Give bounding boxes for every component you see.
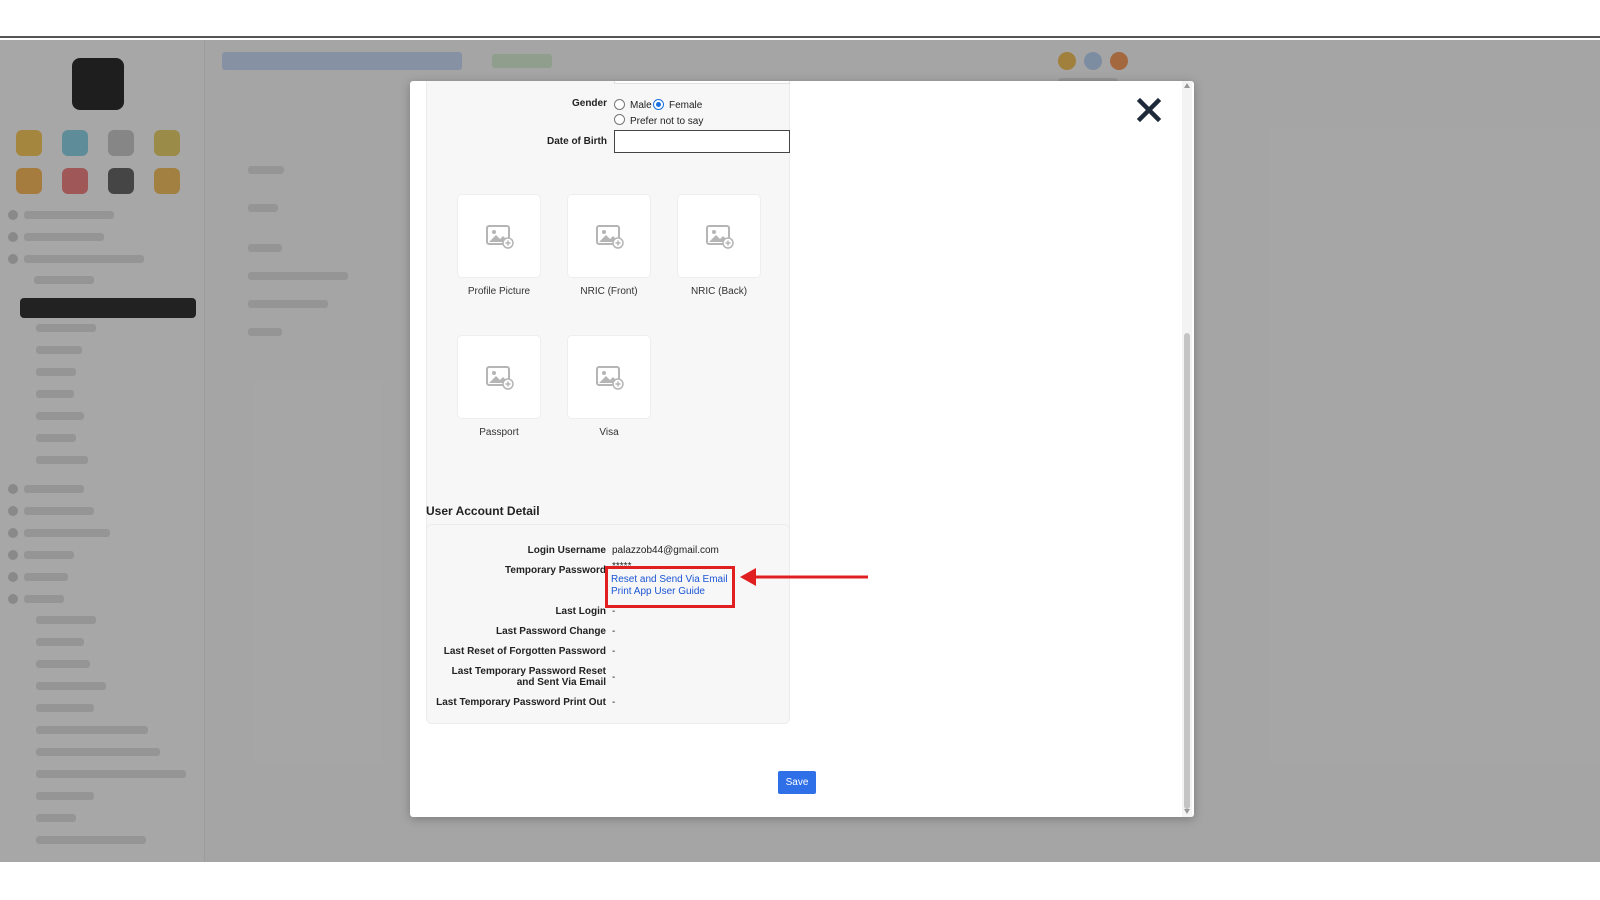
- visa-label: Visa: [599, 427, 619, 438]
- gender-option-male-label: Male: [630, 100, 652, 111]
- last-temp-reset-label-line2: and Sent Via Email: [516, 677, 606, 688]
- dob-label: Date of Birth: [547, 136, 607, 147]
- profile-picture-upload[interactable]: [457, 194, 541, 278]
- passport-upload[interactable]: [457, 335, 541, 419]
- close-icon[interactable]: [1136, 97, 1162, 123]
- personal-details-panel: Gender Male Female Prefer not to say Dat…: [426, 81, 790, 567]
- modal-scrollbar[interactable]: [1182, 81, 1192, 817]
- user-account-panel: Login Username palazzob44@gmail.com Temp…: [426, 524, 790, 724]
- passport-label: Passport: [479, 427, 519, 438]
- gender-label: Gender: [571, 98, 607, 109]
- gender-radio-male[interactable]: [614, 99, 625, 110]
- previous-field-input[interactable]: [614, 81, 790, 84]
- bottom-band: [0, 862, 1600, 900]
- login-username-label: Login Username: [527, 545, 606, 556]
- scroll-down-arrow-icon[interactable]: [1184, 809, 1190, 814]
- last-temp-reset-label-line1: Last Temporary Password Reset: [451, 666, 606, 677]
- last-reset-forgotten-label: Last Reset of Forgotten Password: [443, 646, 606, 657]
- gender-option-female-label: Female: [669, 100, 703, 111]
- user-profile-modal: Gender Male Female Prefer not to say Dat…: [410, 81, 1194, 817]
- image-placeholder-icon: [596, 366, 624, 390]
- dob-input[interactable]: [614, 130, 790, 153]
- nric-back-label: NRIC (Back): [690, 286, 748, 297]
- scroll-thumb[interactable]: [1184, 333, 1190, 809]
- last-temp-print-label: Last Temporary Password Print Out: [436, 697, 606, 708]
- print-app-user-guide-link[interactable]: Print App User Guide: [611, 586, 705, 597]
- image-placeholder-icon: [596, 225, 624, 249]
- visa-upload[interactable]: [567, 335, 651, 419]
- profile-picture-label: Profile Picture: [467, 286, 531, 297]
- arrow-left-icon: [740, 568, 868, 586]
- save-button[interactable]: Save: [778, 771, 816, 794]
- gender-option-prefer-not-label: Prefer not to say: [630, 116, 704, 127]
- user-account-detail-title: User Account Detail: [426, 504, 540, 518]
- last-login-label: Last Login: [555, 606, 606, 617]
- reset-send-email-link[interactable]: Reset and Send Via Email: [611, 574, 728, 585]
- gender-radio-prefer-not-to-say[interactable]: [614, 114, 625, 125]
- last-password-change-label: Last Password Change: [495, 626, 606, 637]
- image-placeholder-icon: [706, 225, 734, 249]
- gender-radio-female[interactable]: [653, 99, 664, 110]
- top-band: [0, 0, 1600, 38]
- image-placeholder-icon: [486, 225, 514, 249]
- nric-back-upload[interactable]: [677, 194, 761, 278]
- last-reset-forgotten-value: -: [612, 646, 616, 657]
- login-username-value: palazzob44@gmail.com: [612, 545, 719, 556]
- image-placeholder-icon: [486, 366, 514, 390]
- last-password-change-value: -: [612, 626, 616, 637]
- nric-front-label: NRIC (Front): [580, 286, 638, 297]
- last-temp-reset-value: -: [612, 672, 616, 683]
- temporary-password-label: Temporary Password: [505, 565, 606, 576]
- scroll-up-arrow-icon[interactable]: [1184, 83, 1190, 88]
- last-temp-print-value: -: [612, 697, 616, 708]
- nric-front-upload[interactable]: [567, 194, 651, 278]
